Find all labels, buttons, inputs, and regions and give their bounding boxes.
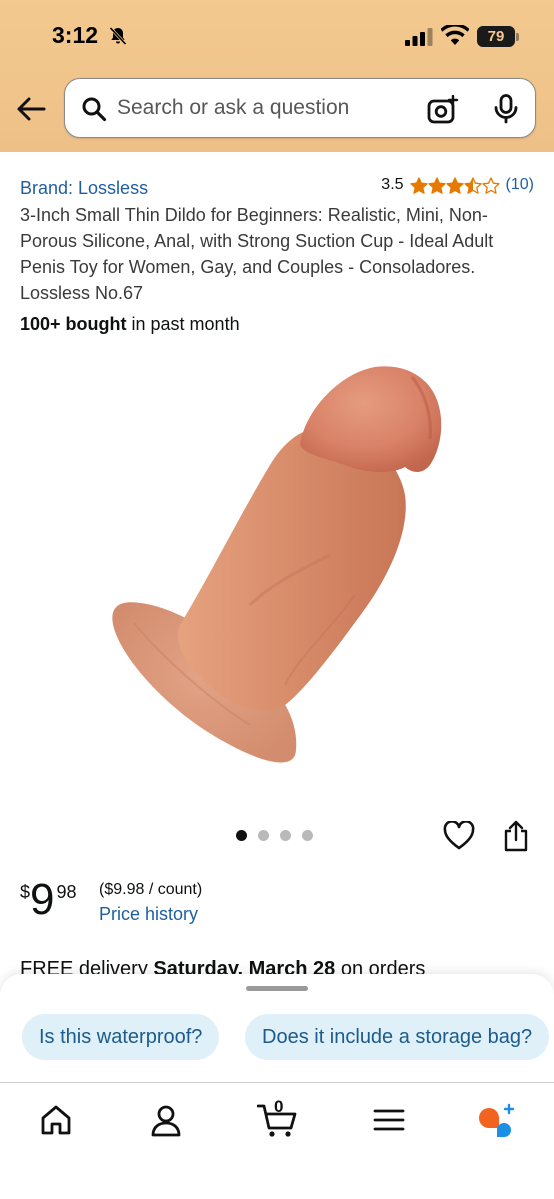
product-image[interactable] (100, 355, 454, 785)
bought-in-past-month: 100+ bought in past month (20, 314, 240, 335)
back-arrow-icon[interactable] (14, 92, 48, 126)
rating-value: 3.5 (381, 176, 404, 193)
cellular-signal-icon (405, 28, 433, 51)
home-icon[interactable] (38, 1103, 74, 1137)
product-title: 3-Inch Small Thin Dildo for Beginners: R… (20, 205, 494, 303)
image-carousel-dots[interactable] (236, 830, 313, 841)
price: $ 9 98 (20, 876, 77, 924)
rating-summary[interactable]: 3.5 (10) (381, 176, 534, 194)
battery-icon: 79 (477, 26, 515, 47)
rufus-icon[interactable] (476, 1103, 515, 1137)
price-currency: $ (20, 882, 31, 902)
status-time: 3:12 (52, 22, 99, 48)
suggestion-chip-storage-bag[interactable]: Does it include a storage bag? (245, 1014, 550, 1060)
bought-suffix: in past month (126, 314, 240, 334)
suggestion-sheet: Is this waterproof? Does it include a st… (0, 974, 554, 1084)
top-header: 3:12 79 (0, 0, 554, 152)
search-input[interactable] (117, 93, 417, 123)
search-icon (81, 96, 107, 127)
camera-lens-icon[interactable] (427, 94, 459, 130)
bell-slash-icon (108, 26, 128, 51)
sheet-drag-handle[interactable] (246, 986, 308, 991)
star-rating (409, 176, 500, 194)
carousel-dot[interactable] (258, 830, 269, 841)
share-icon[interactable] (502, 820, 530, 857)
unit-price: ($9.98 / count) (99, 881, 203, 898)
carousel-dot[interactable] (280, 830, 291, 841)
price-whole: 9 (30, 875, 55, 924)
bought-count: 100+ bought (20, 314, 127, 334)
rating-count[interactable]: (10) (506, 176, 534, 194)
wifi-icon (440, 23, 470, 51)
star-half-icon (463, 176, 482, 194)
star-full-icon (409, 176, 428, 194)
star-empty-icon (481, 176, 500, 194)
suggestion-chip-waterproof[interactable]: Is this waterproof? (22, 1014, 220, 1060)
account-icon[interactable] (148, 1103, 184, 1137)
price-fraction: 98 (56, 882, 77, 902)
cart-count: 0 (274, 1097, 284, 1116)
search-bar[interactable] (64, 78, 536, 138)
carousel-dot[interactable] (236, 830, 247, 841)
menu-icon[interactable] (371, 1103, 407, 1137)
status-bar: 3:12 79 (0, 0, 554, 72)
battery-tip (516, 33, 519, 41)
heart-icon[interactable] (443, 820, 475, 856)
brand-link[interactable]: Brand: Lossless (20, 178, 148, 199)
carousel-dot[interactable] (302, 830, 313, 841)
microphone-icon[interactable] (493, 94, 519, 129)
star-full-icon (445, 176, 464, 194)
price-history-link[interactable]: Price history (99, 904, 198, 925)
star-full-icon (427, 176, 446, 194)
